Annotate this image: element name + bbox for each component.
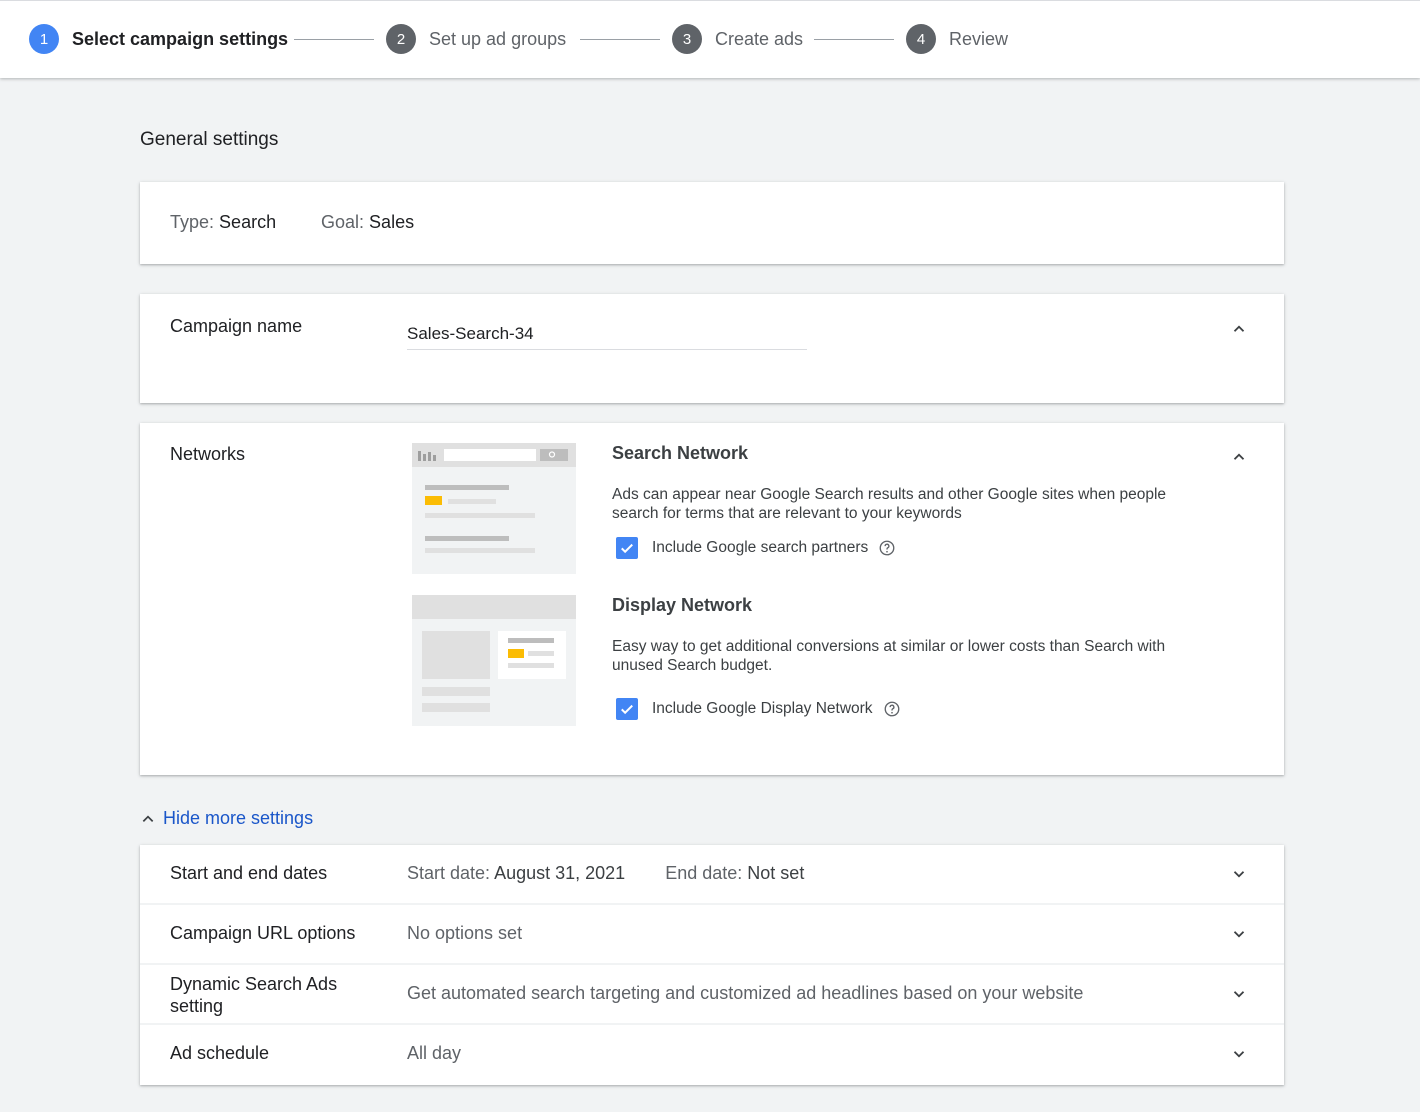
goal-value: Sales (369, 212, 415, 232)
campaign-url-options-row[interactable]: Campaign URL options No options set (140, 905, 1284, 963)
ad-schedule-row[interactable]: Ad schedule All day (140, 1025, 1284, 1083)
more-settings-card: Start and end dates Start date: August 3… (140, 845, 1284, 1085)
step-set-up-ad-groups[interactable]: 2 Set up ad groups (386, 24, 566, 54)
ad-schedule-value: All day (407, 1043, 462, 1063)
start-end-dates-row[interactable]: Start and end dates Start date: August 3… (140, 845, 1284, 903)
campaign-name-card: Campaign name (140, 294, 1284, 403)
search-partners-checkbox[interactable] (616, 537, 638, 559)
dsa-label-line1: Dynamic Search Ads (170, 974, 338, 994)
networks-label: Networks (170, 444, 246, 464)
step-connector (814, 39, 894, 40)
step-number: 2 (386, 24, 416, 54)
display-network-illustration (412, 595, 576, 726)
type-label: Type: (170, 212, 215, 232)
hide-more-settings-label: Hide more settings (163, 808, 314, 828)
dynamic-search-ads-label: Dynamic Search Ads setting (170, 973, 337, 1017)
step-label: Review (949, 28, 1009, 49)
search-network-illustration (412, 443, 576, 574)
step-review[interactable]: 4 Review (906, 24, 1008, 54)
checkmark-icon (621, 543, 633, 554)
campaign-name-label: Campaign name (170, 316, 303, 336)
dynamic-search-ads-value: Get automated search targeting and custo… (407, 983, 1084, 1003)
start-date-label: Start date: (407, 863, 491, 883)
step-connector (580, 39, 660, 40)
campaign-url-options-label: Campaign URL options (170, 923, 356, 943)
checkmark-icon (621, 704, 633, 715)
step-number: 1 (29, 24, 59, 54)
dynamic-search-ads-row[interactable]: Dynamic Search Ads setting Get automated… (140, 965, 1284, 1023)
start-end-dates-label: Start and end dates (170, 863, 328, 883)
campaign-stepper: 1 Select campaign settings 2 Set up ad g… (0, 0, 1420, 78)
search-partners-label: Include Google search partners (652, 539, 869, 556)
search-network-title: Search Network (612, 443, 749, 463)
step-number: 3 (672, 24, 702, 54)
dates-summary: Start date: August 31, 2021 End date: No… (407, 863, 804, 884)
dsa-label-line2: setting (170, 996, 224, 1016)
display-network-option[interactable]: Include Google Display Network (616, 698, 901, 720)
step-create-ads[interactable]: 3 Create ads (672, 24, 803, 54)
section-title: General settings (140, 129, 279, 150)
step-number: 4 (906, 24, 936, 54)
expand-chevron-down-icon[interactable] (1228, 863, 1250, 885)
step-label: Create ads (715, 28, 804, 49)
step-label: Select campaign settings (72, 28, 289, 49)
end-date-label: End date: (665, 863, 743, 883)
ad-schedule-label: Ad schedule (170, 1043, 270, 1063)
start-date-value: August 31, 2021 (494, 863, 626, 883)
search-partners-option[interactable]: Include Google search partners (616, 537, 896, 559)
help-icon[interactable] (878, 539, 896, 557)
step-label: Set up ad groups (429, 28, 567, 49)
display-network-label: Include Google Display Network (652, 700, 873, 717)
display-network-title: Display Network (612, 595, 753, 615)
end-date-value: Not set (747, 863, 805, 883)
expand-chevron-down-icon[interactable] (1228, 983, 1250, 1005)
campaign-summary-card: Type: Search Goal: Sales (140, 182, 1284, 264)
collapse-chevron-up-icon[interactable] (1228, 446, 1250, 468)
campaign-type: Type: Search (170, 212, 276, 233)
campaign-goal: Goal: Sales (321, 212, 414, 233)
type-value: Search (219, 212, 277, 232)
display-network-checkbox[interactable] (616, 698, 638, 720)
goal-label: Goal: (321, 212, 365, 232)
campaign-url-options-value: No options set (407, 923, 523, 943)
search-network-description: Ads can appear near Google Search result… (612, 486, 1167, 522)
chevron-up-icon (142, 814, 154, 822)
hide-more-settings-link[interactable]: Hide more settings (140, 808, 313, 829)
networks-card: Networks Search Network Ads can appear n… (140, 423, 1284, 775)
campaign-name-input[interactable] (407, 318, 807, 350)
expand-chevron-down-icon[interactable] (1228, 923, 1250, 945)
expand-chevron-down-icon[interactable] (1228, 1043, 1250, 1065)
help-icon[interactable] (883, 700, 901, 718)
step-select-campaign-settings[interactable]: 1 Select campaign settings (29, 24, 288, 54)
step-connector (294, 39, 374, 40)
display-network-description: Easy way to get additional conversions a… (612, 638, 1166, 674)
collapse-chevron-up-icon[interactable] (1228, 318, 1250, 340)
